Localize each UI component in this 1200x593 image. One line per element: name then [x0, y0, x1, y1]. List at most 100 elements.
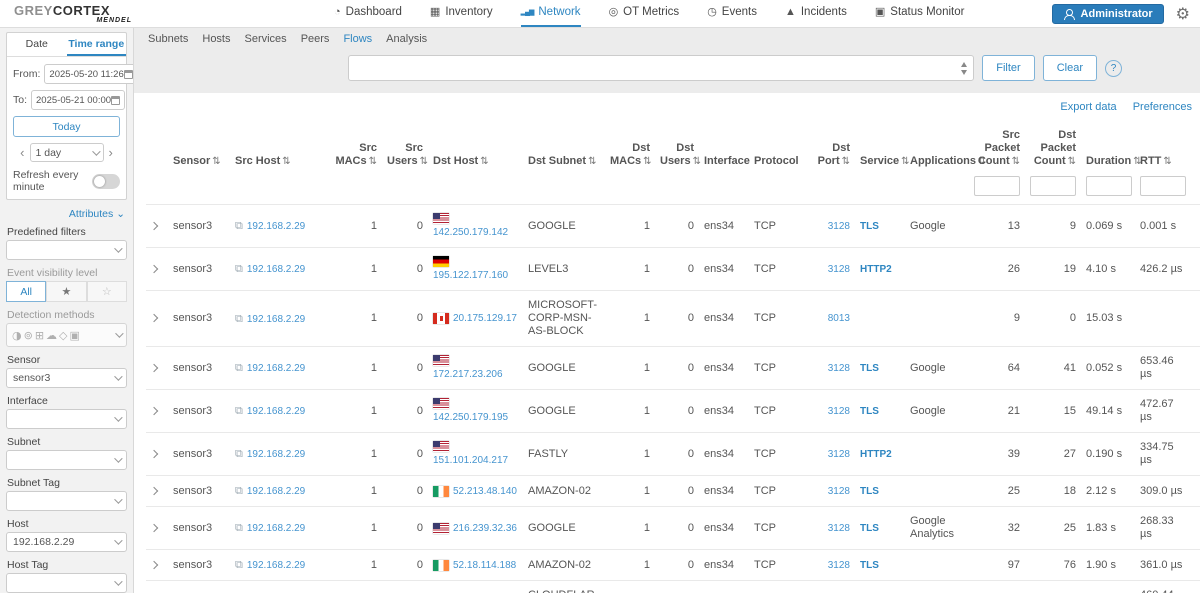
previous-period-icon[interactable]: ‹: [20, 146, 24, 159]
src_pkt-filter-input[interactable]: [974, 176, 1020, 196]
sort-icon[interactable]: ⇅: [901, 156, 909, 167]
nav-item-network[interactable]: ▂▄▆ Network: [520, 0, 581, 27]
dst-host-link[interactable]: 52.213.48.140: [453, 485, 517, 498]
tab-time-range[interactable]: Time range: [66, 33, 126, 56]
column-header-src_users[interactable]: Src Users ⇅: [382, 125, 428, 174]
column-header-dst_pkt[interactable]: Dst Packet Count ⇅: [1025, 125, 1081, 174]
dst-host-link[interactable]: 20.175.129.17: [453, 312, 517, 325]
expand-row-icon[interactable]: [149, 221, 159, 230]
copy-icon[interactable]: ⧉: [235, 312, 243, 325]
sort-icon[interactable]: ⇅: [420, 156, 428, 167]
nav-item-ot-metrics[interactable]: ◎ OT Metrics: [609, 0, 680, 27]
host-tag-select[interactable]: [6, 573, 127, 593]
nav-item-status-monitor[interactable]: ▣ Status Monitor: [875, 0, 965, 27]
apply-filter-button[interactable]: Filter: [982, 55, 1035, 81]
nav-item-events[interactable]: ◷ Events: [707, 0, 757, 27]
calendar-icon[interactable]: [123, 69, 133, 79]
visibility-starred-button[interactable]: ★: [46, 281, 87, 302]
expand-row-icon[interactable]: [149, 363, 159, 372]
dst-host-link[interactable]: 52.18.114.188: [453, 559, 516, 572]
dst-port-link[interactable]: 3128: [828, 449, 850, 460]
spinner-up-icon[interactable]: [961, 61, 968, 67]
nav-item-inventory[interactable]: ▦ Inventory: [430, 0, 493, 27]
copy-icon[interactable]: ⧉: [235, 262, 243, 275]
expand-row-icon[interactable]: [149, 264, 159, 273]
dst-host-link[interactable]: 216.239.32.36: [453, 522, 517, 535]
subnet-select[interactable]: [6, 450, 127, 470]
sort-icon[interactable]: ⇅: [282, 156, 290, 167]
dst-host-link[interactable]: 151.101.204.217: [433, 454, 508, 467]
subnav-item-subnets[interactable]: Subnets: [148, 33, 188, 45]
interface-select[interactable]: [6, 409, 127, 429]
next-period-icon[interactable]: ›: [109, 146, 113, 159]
visibility-unstarred-button[interactable]: ☆: [86, 281, 127, 302]
to-datetime-input[interactable]: 2025-05-21 00:00: [31, 90, 126, 110]
subnav-item-services[interactable]: Services: [245, 33, 287, 45]
column-header-duration[interactable]: Duration ⇅: [1081, 125, 1142, 174]
calendar-icon[interactable]: [111, 95, 121, 105]
copy-icon[interactable]: ⧉: [235, 558, 243, 571]
dst-port-link[interactable]: 3128: [828, 486, 850, 497]
filter-history-spinner[interactable]: [955, 56, 973, 80]
service-link[interactable]: TLS: [860, 221, 879, 232]
preferences-link[interactable]: Preferences: [1133, 101, 1192, 113]
rtt-filter-input[interactable]: [1140, 176, 1186, 196]
expand-row-icon[interactable]: [149, 313, 159, 323]
dst-port-link[interactable]: 3128: [828, 264, 850, 275]
nav-item-dashboard[interactable]: ◔ Dashboard: [334, 0, 402, 27]
sort-icon[interactable]: ⇅: [369, 156, 377, 167]
subnav-item-peers[interactable]: Peers: [301, 33, 330, 45]
copy-icon[interactable]: ⧉: [235, 361, 243, 374]
dst-port-link[interactable]: 3128: [828, 406, 850, 417]
sort-icon[interactable]: ⇅: [1068, 156, 1076, 167]
sensor-select[interactable]: sensor3: [6, 368, 127, 388]
subnav-item-flows[interactable]: Flows: [343, 33, 372, 45]
src-host-link[interactable]: 192.168.2.29: [247, 264, 305, 275]
tab-date[interactable]: Date: [7, 33, 67, 56]
dst-host-link[interactable]: 195.122.177.160: [433, 269, 508, 282]
attributes-link[interactable]: Attributes ⌄: [69, 208, 125, 220]
src-host-link[interactable]: 192.168.2.29: [247, 523, 305, 534]
dst-port-link[interactable]: 3128: [828, 221, 850, 232]
service-link[interactable]: TLS: [860, 363, 879, 374]
column-header-src_pkt[interactable]: Src Packet Count ⇅: [969, 125, 1025, 174]
column-header-src_host[interactable]: Src Host ⇅: [230, 125, 326, 174]
dst-host-link[interactable]: 172.217.23.206: [433, 368, 503, 381]
help-icon[interactable]: ?: [1105, 59, 1122, 77]
expand-row-icon[interactable]: [149, 523, 159, 532]
flow-filter-input[interactable]: [349, 56, 956, 80]
column-header-dst_host[interactable]: Dst Host ⇅: [428, 125, 523, 174]
service-link[interactable]: TLS: [860, 486, 879, 497]
settings-gear-icon[interactable]: ⚙: [1176, 6, 1190, 22]
sort-icon[interactable]: ⇅: [212, 156, 220, 167]
src-host-link[interactable]: 192.168.2.29: [247, 221, 305, 232]
period-select[interactable]: 1 day: [29, 143, 104, 162]
sort-icon[interactable]: ⇅: [693, 156, 701, 167]
service-link[interactable]: TLS: [860, 523, 879, 534]
sort-icon[interactable]: ⇅: [1163, 156, 1171, 167]
src-host-link[interactable]: 192.168.2.29: [247, 406, 305, 417]
refresh-toggle[interactable]: [92, 173, 120, 189]
src-host-link[interactable]: 192.168.2.29: [247, 560, 305, 571]
column-header-dst_users[interactable]: Dst Users ⇅: [655, 125, 701, 174]
dst-host-link[interactable]: 142.250.179.195: [433, 411, 508, 424]
column-header-src_macs[interactable]: Src MACs ⇅: [326, 125, 382, 174]
sort-icon[interactable]: ⇅: [643, 156, 651, 167]
detection-methods-select[interactable]: ◑ ⊚ ⊞ ☁ ◇ ▣: [6, 323, 127, 347]
administrator-button[interactable]: Administrator: [1051, 4, 1164, 24]
src-host-link[interactable]: 192.168.2.29: [247, 449, 305, 460]
expand-row-icon[interactable]: [149, 560, 159, 569]
dst-port-link[interactable]: 3128: [828, 560, 850, 571]
clear-filter-button[interactable]: Clear: [1042, 55, 1097, 81]
subnet-tag-select[interactable]: [6, 491, 127, 511]
nav-item-incidents[interactable]: ▲ Incidents: [785, 0, 847, 27]
sort-icon[interactable]: ⇅: [842, 156, 850, 167]
expand-row-icon[interactable]: [149, 486, 159, 495]
column-header-dst_port[interactable]: Dst Port ⇅: [807, 125, 855, 174]
spinner-down-icon[interactable]: [961, 69, 968, 75]
src-host-link[interactable]: 192.168.2.29: [247, 314, 305, 325]
column-header-rtt[interactable]: RTT ⇅: [1135, 125, 1193, 174]
subnav-item-analysis[interactable]: Analysis: [386, 33, 427, 45]
duration-filter-input[interactable]: [1086, 176, 1132, 196]
sort-icon[interactable]: ⇅: [480, 156, 488, 167]
